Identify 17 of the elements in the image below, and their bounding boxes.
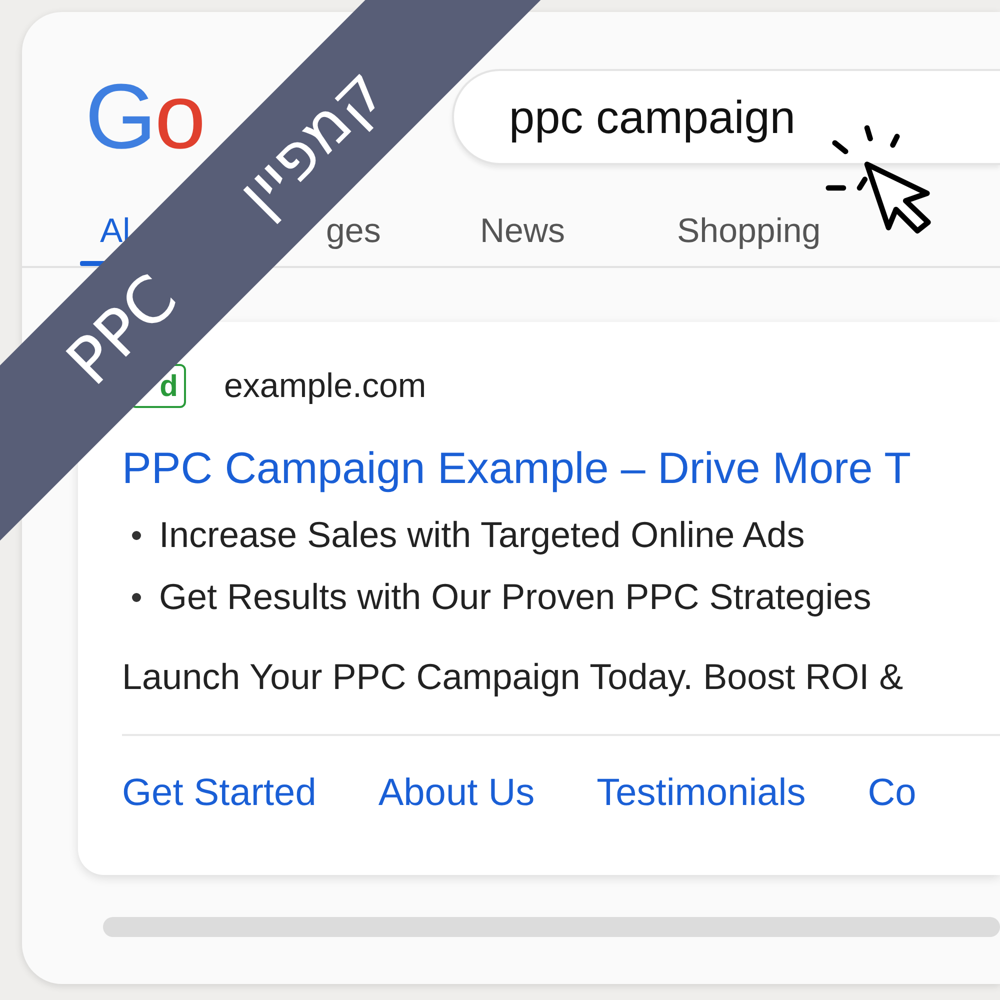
bullet-icon [132,592,141,602]
sitelink[interactable]: Get Started [122,772,316,815]
logo: Go [85,71,204,163]
ad-bullet: Get Results with Our Proven PPC Strategies [159,576,872,618]
search-tab[interactable]: Shopping [677,214,821,248]
ad-title[interactable]: PPC Campaign Example – Drive More T [122,444,1000,494]
site-url: example.com [224,366,426,406]
sitelink[interactable]: Testimonials [596,772,806,815]
ad-description: Launch Your PPC Campaign Today. Boost ROI & [122,656,904,698]
bullet-icon [132,530,141,540]
ad-bullet: Increase Sales with Targeted Online Ads [159,514,805,556]
search-field[interactable]: ppc campaign [452,69,1000,165]
sitelink[interactable]: About Us [378,772,535,815]
sitelink[interactable]: Co [868,772,916,815]
search-tab[interactable]: News [480,214,566,248]
search-tab[interactable]: ges [326,214,381,248]
search-tab[interactable]: Al [100,214,130,248]
